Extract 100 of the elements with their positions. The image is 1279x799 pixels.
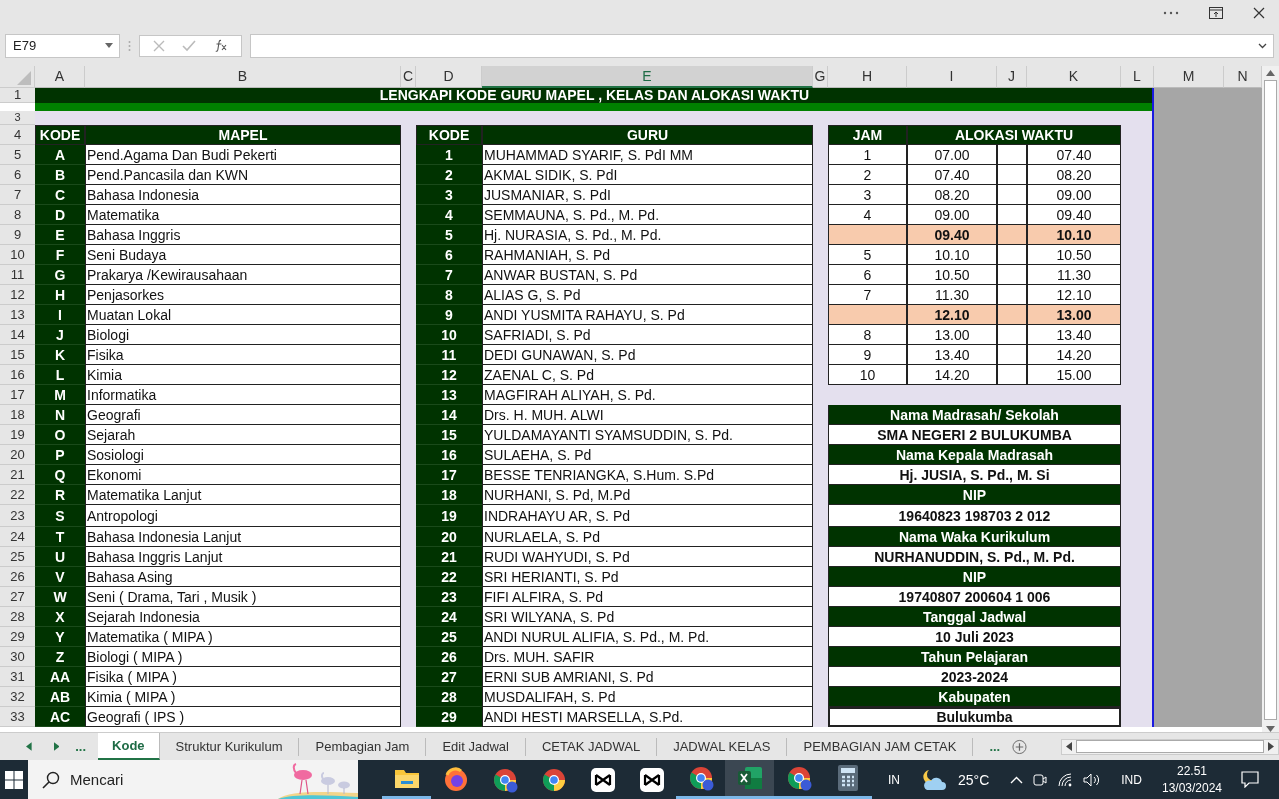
row-number[interactable]: 10: [0, 244, 35, 265]
table-cell: A: [35, 144, 85, 165]
row-number[interactable]: 26: [0, 566, 35, 587]
row-number[interactable]: 18: [0, 404, 35, 425]
browser-icon[interactable]: [491, 766, 518, 793]
row-number[interactable]: 15: [0, 344, 35, 365]
wifi-icon[interactable]: [1057, 772, 1074, 787]
row-number[interactable]: 14: [0, 324, 35, 345]
next-sheet-icon[interactable]: [53, 742, 60, 752]
column-header[interactable]: M: [1154, 65, 1224, 88]
close-icon[interactable]: [1253, 7, 1265, 19]
column-header[interactable]: I: [907, 65, 997, 88]
sheet-tab[interactable]: Struktur Kurikulum: [159, 737, 300, 756]
column-header[interactable]: L: [1121, 65, 1154, 88]
row-number[interactable]: 20: [0, 444, 35, 465]
add-sheet-icon[interactable]: [1012, 738, 1028, 755]
clock[interactable]: 22.51 13/03/2024: [1161, 763, 1222, 796]
column-header[interactable]: N: [1224, 65, 1262, 88]
name-box[interactable]: E79: [5, 33, 120, 58]
column-header[interactable]: D: [416, 65, 482, 88]
scroll-up-icon[interactable]: [1266, 69, 1275, 76]
fox-globe-icon[interactable]: [442, 766, 469, 793]
row-number[interactable]: 5: [0, 144, 35, 165]
row-number[interactable]: 19: [0, 424, 35, 445]
speaker-icon[interactable]: [1083, 772, 1101, 787]
temperature[interactable]: 25°C: [958, 771, 990, 788]
vertical-scrollbar[interactable]: [1262, 65, 1279, 733]
scroll-right-icon[interactable]: [1268, 742, 1274, 752]
row-number[interactable]: 32: [0, 686, 35, 707]
row-number[interactable]: 9: [0, 224, 35, 245]
row-number[interactable]: 29: [0, 626, 35, 647]
table-cell: Bahasa Inggris Lanjut: [85, 546, 401, 567]
search-field[interactable]: Mencari: [28, 760, 358, 799]
column-header[interactable]: G: [813, 65, 828, 88]
language-indicator[interactable]: IND: [1121, 772, 1142, 787]
row-number[interactable]: 7: [0, 184, 35, 205]
restore-icon[interactable]: [1209, 7, 1223, 19]
column-header[interactable]: H: [828, 65, 907, 88]
more-sheets-button[interactable]: ...: [75, 739, 87, 755]
row-number[interactable]: 33: [0, 706, 35, 727]
browser-icon[interactable]: [785, 765, 812, 791]
windows-icon[interactable]: [5, 770, 23, 789]
row-number[interactable]: 31: [0, 666, 35, 687]
dropdown-icon[interactable]: [105, 43, 113, 49]
sheet-tab[interactable]: PEMBAGIAN JAM CETAK: [787, 737, 974, 756]
row-number[interactable]: 27: [0, 586, 35, 607]
chevron-up-icon[interactable]: [1010, 775, 1024, 784]
column-header[interactable]: E: [482, 65, 813, 88]
expand-icon[interactable]: [1258, 42, 1267, 49]
calculator-icon[interactable]: [837, 765, 858, 791]
row-number[interactable]: 3: [0, 110, 35, 125]
row-number[interactable]: 4: [0, 124, 35, 145]
column-header[interactable]: B: [85, 65, 401, 88]
scroll-left-icon[interactable]: [1066, 742, 1073, 752]
browser-icon[interactable]: [540, 766, 567, 793]
sheet-tab[interactable]: Pembagian Jam: [299, 737, 427, 756]
row-number[interactable]: 25: [0, 546, 35, 567]
row-number[interactable]: 12: [0, 284, 35, 305]
keyboard-indicator[interactable]: IN: [888, 772, 900, 787]
notification-icon[interactable]: [1241, 771, 1259, 788]
row-number[interactable]: 21: [0, 464, 35, 485]
row-number[interactable]: 30: [0, 646, 35, 667]
formula-field[interactable]: [250, 33, 1274, 58]
browser-icon[interactable]: [687, 765, 714, 791]
check-icon[interactable]: [182, 39, 197, 52]
scroll-thumb[interactable]: [1076, 740, 1264, 754]
more-icon[interactable]: [1163, 11, 1179, 15]
column-header[interactable]: A: [35, 65, 85, 88]
table-cell: Bahasa Indonesia: [85, 184, 401, 205]
row-number[interactable]: 28: [0, 606, 35, 627]
column-header[interactable]: K: [1027, 65, 1121, 88]
row-number[interactable]: 17: [0, 384, 35, 405]
function-icon[interactable]: [214, 39, 229, 53]
field-value: SMA NEGERI 2 BULUKUMBA: [828, 424, 1121, 445]
row-number[interactable]: 8: [0, 204, 35, 225]
column-header[interactable]: J: [997, 65, 1027, 88]
previous-sheet-icon[interactable]: [26, 742, 32, 752]
column-header[interactable]: C: [401, 65, 416, 88]
table-cell: 9: [416, 304, 482, 325]
folder-icon[interactable]: [393, 767, 420, 789]
sheet-tab[interactable]: JADWAL KELAS: [657, 737, 788, 756]
row-number[interactable]: 16: [0, 364, 35, 385]
horizontal-scrollbar[interactable]: [1061, 738, 1279, 755]
scroll-thumb[interactable]: [1264, 79, 1277, 721]
table-cell: T: [35, 526, 85, 547]
more-sheets-button[interactable]: ...: [989, 739, 1001, 755]
sheet-tab[interactable]: CETAK JADWAL: [525, 737, 658, 756]
row-number[interactable]: 22: [0, 484, 35, 505]
weather-icon[interactable]: [921, 768, 947, 791]
spreadsheet-icon[interactable]: [736, 766, 763, 790]
camera-icon[interactable]: [1033, 771, 1048, 788]
row-number[interactable]: 11: [0, 264, 35, 285]
row-number[interactable]: 23: [0, 504, 35, 527]
row-number[interactable]: 24: [0, 526, 35, 547]
field-label: Nama Madrasah/ Sekolah: [828, 404, 1121, 425]
sheet-tab[interactable]: Edit Jadwal: [426, 737, 526, 756]
row-number[interactable]: 6: [0, 164, 35, 185]
row-number[interactable]: 13: [0, 304, 35, 325]
field-label: Tahun Pelajaran: [828, 646, 1121, 667]
sheet-tab[interactable]: Kode: [98, 733, 160, 760]
